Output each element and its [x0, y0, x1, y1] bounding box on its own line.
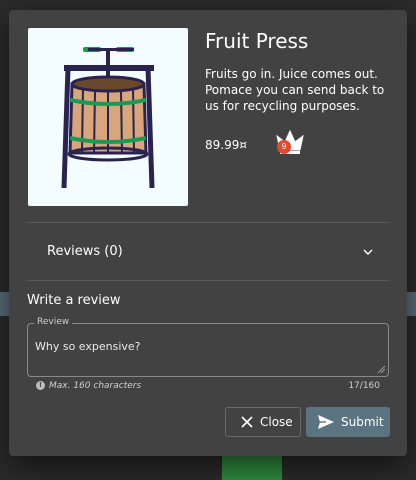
product-price: 89.99¤ [205, 138, 247, 152]
close-icon [241, 416, 253, 428]
info-icon: ! [36, 381, 45, 390]
divider [27, 280, 389, 281]
background-tab-right [406, 292, 416, 316]
fruit-press-image [28, 28, 188, 206]
review-field-label: Review [34, 317, 73, 327]
close-button-label: Close [260, 415, 293, 429]
character-hint: Max. 160 characters [49, 381, 142, 391]
resize-handle-icon[interactable] [376, 364, 386, 374]
product-title: Fruit Press [205, 29, 309, 53]
reviews-label: Reviews (0) [47, 244, 123, 259]
submit-button-label: Submit [341, 415, 384, 429]
background-element [222, 456, 282, 480]
submit-button[interactable]: Submit [306, 407, 390, 437]
product-description: Fruits go in. Juice comes out. Pomace yo… [205, 67, 385, 113]
character-count: 17/160 [348, 381, 380, 391]
close-button[interactable]: Close [225, 407, 301, 437]
review-field[interactable]: Review [27, 317, 389, 377]
product-details-dialog: Fruit Press Fruits go in. Juice comes ou… [9, 10, 407, 456]
review-input[interactable] [35, 340, 355, 353]
send-icon [318, 415, 334, 429]
write-review-heading: Write a review [27, 293, 121, 308]
difficulty-badge: 9 [277, 140, 291, 154]
reviews-expander[interactable]: Reviews (0) [27, 223, 389, 279]
chevron-down-icon [363, 249, 373, 255]
